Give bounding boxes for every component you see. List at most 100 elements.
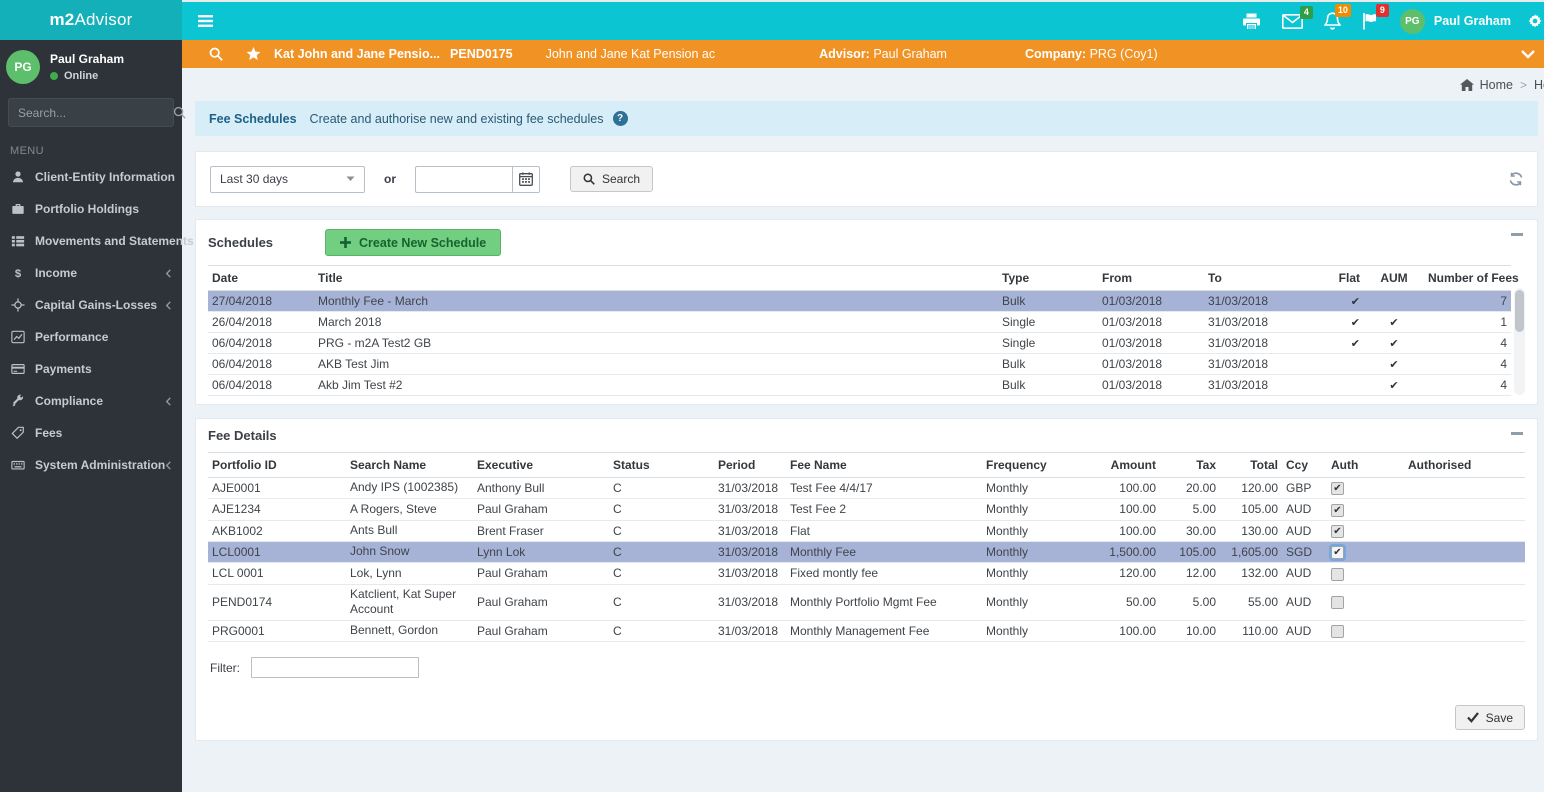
scrollbar-thumb[interactable] xyxy=(1515,290,1524,332)
top-navbar: 4 10 9 PG Paul Graham xyxy=(182,0,1544,40)
sidebar-item-portfolio-holdings[interactable]: Portfolio Holdings xyxy=(0,193,182,225)
auth-checkbox[interactable]: ✔ xyxy=(1331,503,1344,517)
cell-amount: 100.00 xyxy=(1070,620,1160,643)
chevron-down-icon[interactable] xyxy=(1521,49,1535,59)
fee-row[interactable]: PRG0001 Bennett, Gordon Paul Graham C 31… xyxy=(208,620,1525,643)
sidebar-search-input[interactable] xyxy=(18,105,173,120)
select-caret-icon xyxy=(346,176,355,182)
auth-checkbox[interactable]: ✔ xyxy=(1331,546,1344,560)
col-type[interactable]: Type xyxy=(998,265,1098,291)
collapse-panel-icon[interactable] xyxy=(1511,432,1523,435)
col-fee-name[interactable]: Fee Name xyxy=(786,452,982,478)
schedule-row[interactable]: 27/04/2018 Monthly Fee - March Bulk 01/0… xyxy=(208,290,1511,312)
col-title[interactable]: Title xyxy=(314,265,998,291)
fee-row[interactable]: PEND0174 Katclient, Kat Super Account Pa… xyxy=(208,584,1525,621)
date-input[interactable] xyxy=(415,165,512,193)
calendar-button[interactable] xyxy=(512,165,540,193)
col-to[interactable]: To xyxy=(1204,265,1312,291)
favorite-client-name[interactable]: Kat John and Jane Pensio... xyxy=(274,47,440,61)
date-range-select[interactable]: Last 30 days xyxy=(210,165,365,193)
fee-details-panel: Fee Details Portfolio ID Search Name Exe… xyxy=(195,418,1538,742)
col-date[interactable]: Date xyxy=(208,265,314,291)
cell-fee-name: Test Fee 2 xyxy=(786,498,982,521)
cell-frequency: Monthly xyxy=(982,562,1070,585)
sidebar-item-movements-and-statements[interactable]: Movements and Statements xyxy=(0,225,194,257)
create-new-schedule-button[interactable]: Create New Schedule xyxy=(325,229,502,256)
sidebar-item-client-entity-information[interactable]: Client-Entity Information xyxy=(0,161,182,193)
sidebar-item-income[interactable]: $ Income xyxy=(0,257,182,289)
star-icon[interactable] xyxy=(246,47,261,61)
auth-checkbox[interactable]: ✔ xyxy=(1331,482,1344,496)
col-tax[interactable]: Tax xyxy=(1160,452,1220,478)
sidebar-item-capital-gains-losses[interactable]: Capital Gains-Losses xyxy=(0,289,182,321)
breadcrumb-separator: > xyxy=(1520,77,1528,92)
col-ccy[interactable]: Ccy xyxy=(1282,452,1327,478)
col-auth[interactable]: Auth xyxy=(1327,452,1404,478)
collapse-panel-icon[interactable] xyxy=(1511,233,1523,236)
schedules-scrollbar[interactable] xyxy=(1514,288,1525,395)
user-menu[interactable]: PG Paul Graham xyxy=(1399,8,1511,34)
flag-icon[interactable]: 9 xyxy=(1362,4,1389,30)
cell-auth xyxy=(1327,584,1404,621)
col-total[interactable]: Total xyxy=(1220,452,1282,478)
cell-fee-name: Fixed montly fee xyxy=(786,562,982,585)
col-aum[interactable]: AUM xyxy=(1364,265,1424,291)
cell-aum-check: ✔ xyxy=(1364,374,1424,396)
schedule-row[interactable]: 06/04/2018 PRG - m2A Test2 GB Single 01/… xyxy=(208,332,1511,354)
fee-row[interactable]: AJE1234 A Rogers, Steve Paul Graham C 31… xyxy=(208,498,1525,521)
auth-checkbox[interactable] xyxy=(1331,596,1344,610)
col-authorised[interactable]: Authorised xyxy=(1404,452,1525,478)
auth-checkbox[interactable]: ✔ xyxy=(1331,524,1344,538)
fee-row[interactable]: LCL0001 John Snow Lynn Lok C 31/03/2018 … xyxy=(208,541,1525,564)
auth-checkbox[interactable] xyxy=(1331,567,1344,581)
cell-flat-check: ✔ xyxy=(1312,311,1364,333)
cell-to: 31/03/2018 xyxy=(1204,374,1312,396)
fee-row[interactable]: AKB1002 Ants Bull Brent Fraser C 31/03/2… xyxy=(208,520,1525,542)
help-icon[interactable]: ? xyxy=(612,111,628,126)
cell-auth xyxy=(1327,620,1404,643)
fee-row[interactable]: AJE0001 Andy IPS (1002385) Anthony Bull … xyxy=(208,477,1525,500)
col-search-name[interactable]: Search Name xyxy=(346,452,473,478)
plus-icon xyxy=(340,237,352,248)
hamburger-menu-icon[interactable] xyxy=(198,15,213,27)
fee-filter-input[interactable] xyxy=(251,657,419,679)
avatar[interactable]: PG xyxy=(6,50,40,84)
col-period[interactable]: Period xyxy=(714,452,786,478)
sidebar-item-compliance[interactable]: Compliance xyxy=(0,385,182,417)
col-frequency[interactable]: Frequency xyxy=(982,452,1070,478)
app-logo[interactable]: m2 Advisor xyxy=(0,0,182,40)
calendar-icon xyxy=(519,172,533,186)
col-from[interactable]: From xyxy=(1098,265,1204,291)
col-executive[interactable]: Executive xyxy=(473,452,609,478)
page-title-bar: Fee Schedules Create and authorise new a… xyxy=(195,101,1538,136)
schedule-row[interactable]: 06/04/2018 AKB Test Jim Bulk 01/03/2018 … xyxy=(208,353,1511,375)
schedule-row[interactable]: 26/04/2018 March 2018 Single 01/03/2018 … xyxy=(208,311,1511,333)
refresh-icon[interactable] xyxy=(1509,172,1523,186)
schedule-row[interactable]: 06/04/2018 Akb Jim Test #2 Bulk 01/03/20… xyxy=(208,374,1511,396)
print-icon[interactable] xyxy=(1242,13,1261,30)
sidebar-item-payments[interactable]: Payments xyxy=(0,353,182,385)
col-flat[interactable]: Flat xyxy=(1312,265,1364,291)
sidebar-item-fees[interactable]: Fees xyxy=(0,417,182,449)
search-icon[interactable] xyxy=(173,106,186,119)
breadcrumb-home[interactable]: Home xyxy=(1459,78,1513,92)
col-amount[interactable]: Amount xyxy=(1070,452,1160,478)
search-icon[interactable] xyxy=(209,47,223,61)
search-button[interactable]: Search xyxy=(570,166,654,192)
sidebar-item-system-administration[interactable]: System Administration xyxy=(0,449,182,481)
fee-row[interactable]: LCL 0001 Lok, Lynn Paul Graham C 31/03/2… xyxy=(208,562,1525,585)
sidebar-item-performance[interactable]: Performance xyxy=(0,321,182,353)
col-portfolio-id[interactable]: Portfolio ID xyxy=(208,452,346,478)
mail-icon[interactable]: 4 xyxy=(1281,5,1313,29)
col-status[interactable]: Status xyxy=(609,452,714,478)
avatar: PG xyxy=(1399,8,1425,34)
cell-ccy: GBP xyxy=(1282,477,1327,500)
gear-icon[interactable] xyxy=(1528,12,1542,30)
cell-frequency: Monthly xyxy=(982,477,1070,500)
save-button[interactable]: Save xyxy=(1454,705,1525,731)
col-number-of-fees[interactable]: Number of Fees xyxy=(1424,265,1519,291)
bell-icon[interactable]: 10 xyxy=(1323,4,1351,30)
auth-checkbox[interactable] xyxy=(1331,625,1344,639)
cell-flat-check xyxy=(1312,374,1364,396)
cell-from: 01/03/2018 xyxy=(1098,311,1204,333)
